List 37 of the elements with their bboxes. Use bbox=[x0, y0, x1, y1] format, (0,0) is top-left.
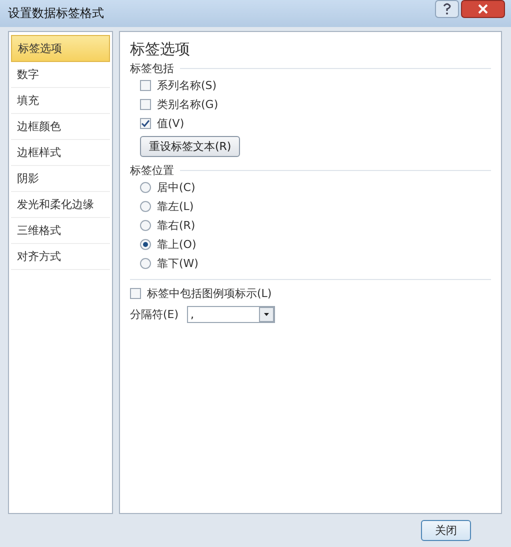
window-title: 设置数据标签格式 bbox=[8, 5, 104, 22]
radio-button[interactable] bbox=[140, 239, 151, 250]
radio-button[interactable] bbox=[140, 201, 151, 212]
radio-button[interactable] bbox=[140, 182, 151, 194]
section-heading: 标签包括 bbox=[130, 61, 491, 76]
sidebar-item[interactable]: 边框颜色 bbox=[11, 114, 110, 140]
sidebar-item[interactable]: 填充 bbox=[11, 88, 110, 114]
separator-dropdown[interactable]: , bbox=[186, 306, 275, 323]
checkbox[interactable] bbox=[130, 288, 141, 300]
sidebar-item[interactable]: 边框样式 bbox=[11, 140, 110, 166]
radio-label: 居中(C) bbox=[157, 180, 196, 196]
sidebar-item[interactable]: 三维格式 bbox=[11, 218, 110, 244]
sidebar-item[interactable]: 数字 bbox=[11, 62, 110, 88]
checkbox-label: 标签中包括图例项标示(L) bbox=[147, 286, 272, 302]
checkbox-label: 系列名称(S) bbox=[157, 78, 217, 94]
field-label: 分隔符(E) bbox=[130, 306, 179, 322]
reset-label-text-button[interactable]: 重设标签文本(R) bbox=[140, 136, 240, 158]
checkbox[interactable] bbox=[140, 99, 151, 110]
radio-label: 靠下(W) bbox=[157, 256, 198, 272]
section-heading: 标签位置 bbox=[130, 163, 491, 178]
close-icon[interactable] bbox=[461, 0, 505, 18]
sidebar-item[interactable]: 发光和柔化边缘 bbox=[11, 192, 110, 218]
checkbox[interactable] bbox=[140, 80, 151, 92]
sidebar-item[interactable]: 阴影 bbox=[11, 166, 110, 192]
checkbox-label: 值(V) bbox=[157, 116, 184, 132]
checkbox-label: 类别名称(G) bbox=[157, 97, 218, 112]
sidebar-item[interactable]: 对齐方式 bbox=[11, 244, 110, 270]
close-button[interactable]: 关闭 bbox=[421, 520, 471, 542]
sidebar-item[interactable]: 标签选项 bbox=[11, 35, 110, 62]
help-icon[interactable] bbox=[435, 0, 459, 18]
radio-label: 靠上(O) bbox=[157, 237, 196, 252]
radio-button[interactable] bbox=[140, 258, 151, 270]
radio-button[interactable] bbox=[140, 220, 151, 232]
radio-label: 靠右(R) bbox=[157, 218, 196, 234]
checkbox[interactable] bbox=[140, 118, 151, 130]
radio-label: 靠左(L) bbox=[157, 199, 194, 214]
panel-title: 标签选项 bbox=[130, 40, 191, 60]
